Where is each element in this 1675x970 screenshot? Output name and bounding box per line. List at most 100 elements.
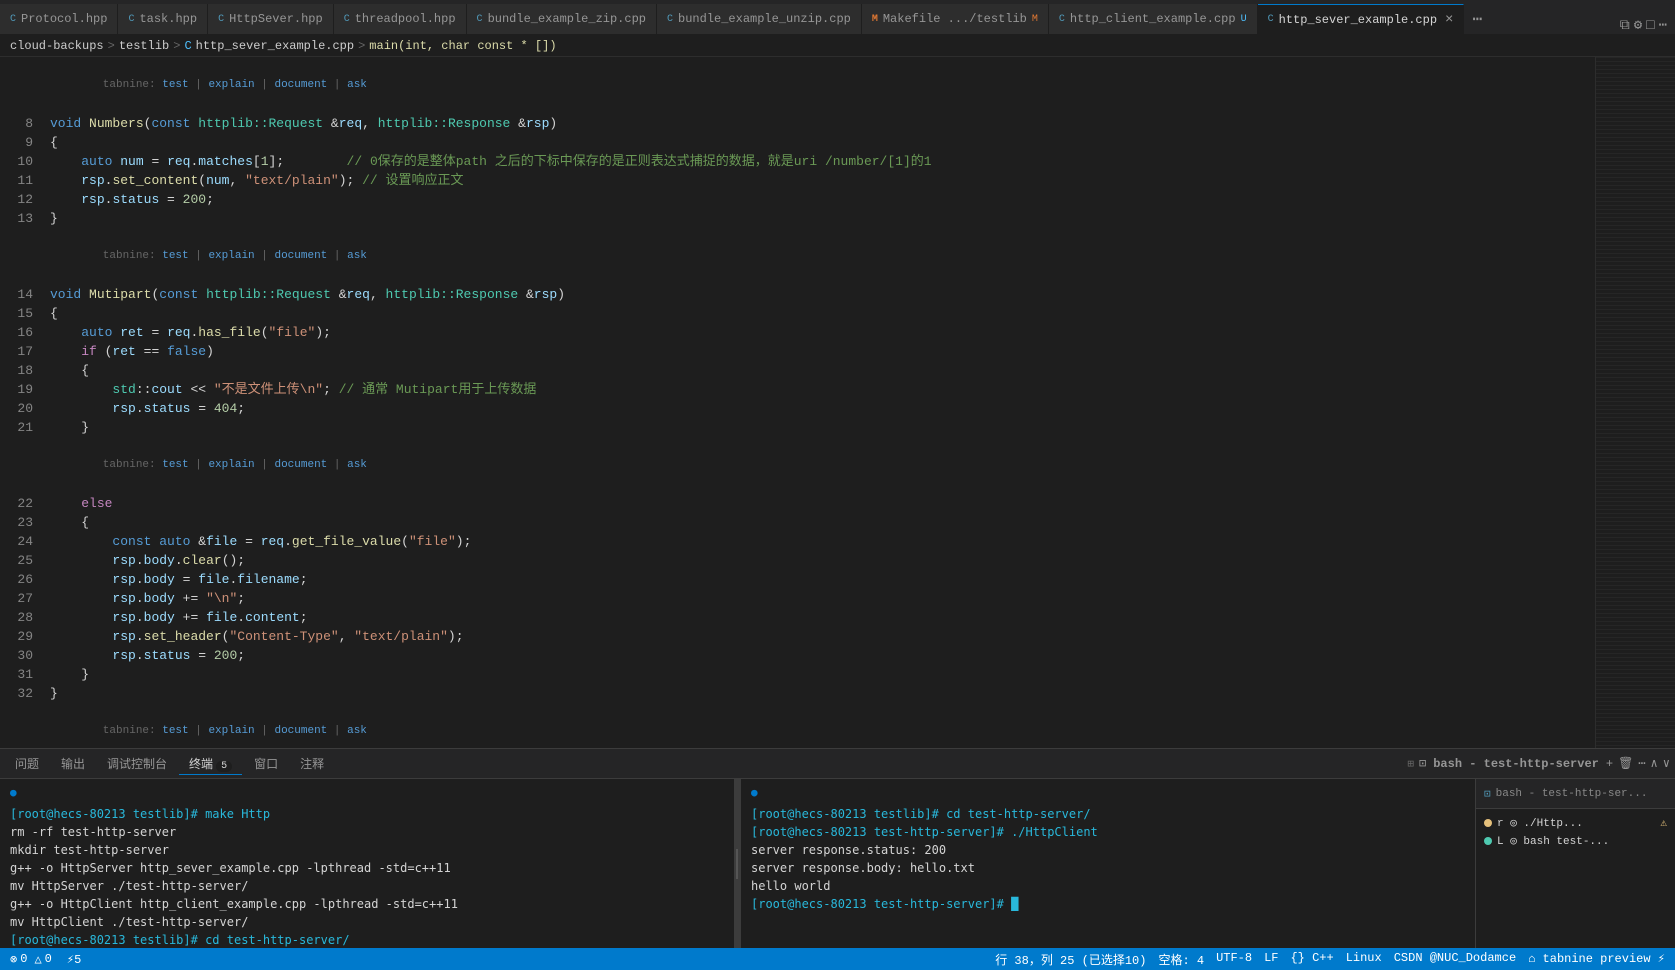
terminal-trash-icon[interactable]: 🗑 — [1618, 756, 1633, 771]
tab-close-http-server[interactable]: × — [1445, 12, 1453, 28]
status-errors[interactable]: ⊗ 0 △ 0 — [10, 952, 52, 967]
code-content: auto ret = req.has_file("file"); — [45, 323, 1595, 342]
code-content: { — [45, 361, 1595, 380]
line-number: 26 — [0, 570, 45, 589]
tabnine-hint-row: tabnine: test | explain | document | ask — [0, 228, 1595, 285]
tabnine-hint-text[interactable]: tabnine: test | explain | document | ask — [45, 703, 1595, 748]
tab-bundle-zip[interactable]: C bundle_example_zip.cpp — [467, 4, 657, 34]
term-tab-output[interactable]: 输出 — [51, 753, 95, 775]
status-line-ending: LF — [1264, 951, 1278, 968]
more-actions-icon[interactable]: ⋯ — [1659, 17, 1667, 34]
tab-label-makefile: Makefile .../testlib — [883, 12, 1027, 26]
tab-bundle-unzip[interactable]: C bundle_example_unzip.cpp — [657, 4, 862, 34]
tab-icon-protocol: C — [10, 14, 16, 25]
terminal-right-line: server response.body: hello.txt — [751, 859, 1465, 877]
code-line-row: 20 rsp.status = 404; — [0, 399, 1595, 418]
tab-task[interactable]: C task.hpp — [118, 4, 208, 34]
term-tab-terminal[interactable]: 终端5 — [179, 753, 242, 775]
tab-label-bundle-zip: bundle_example_zip.cpp — [488, 12, 646, 26]
terminal-up-icon[interactable]: ∧ — [1651, 756, 1658, 771]
tab-overflow-menu[interactable]: ⋯ — [1464, 4, 1490, 34]
status-lightning: ⚡5 — [67, 952, 81, 967]
code-line-row: 26 rsp.body = file.filename; — [0, 570, 1595, 589]
right-panel-title: bash - test-http-ser... — [1496, 788, 1648, 800]
status-tabnine[interactable]: ⌂ tabnine preview ⚡ — [1528, 951, 1665, 968]
minimap-content — [1596, 57, 1675, 748]
line-number: 10 — [0, 152, 45, 171]
line-number: 25 — [0, 551, 45, 570]
code-line-row: 24 const auto &file = req.get_file_value… — [0, 532, 1595, 551]
tab-icon-http-client: C — [1059, 14, 1065, 25]
left-terminal-indicator: ● — [10, 784, 724, 802]
tab-makefile[interactable]: M Makefile .../testlib M — [862, 4, 1049, 34]
line-number: 23 — [0, 513, 45, 532]
hint-line-num — [0, 437, 45, 494]
line-number: 20 — [0, 399, 45, 418]
line-number: 14 — [0, 285, 45, 304]
code-content: void Mutipart(const httplib::Request &re… — [45, 285, 1595, 304]
code-line-row: 13 } — [0, 209, 1595, 228]
status-bar: ⊗ 0 △ 0 ⚡5 行 38，列 25 (已选择10) 空格: 4 UTF-8… — [0, 948, 1675, 970]
term-tab-window[interactable]: 窗口 — [244, 753, 288, 775]
terminal-left-line: g++ -o HttpServer http_sever_example.cpp… — [10, 859, 724, 877]
rt-item-1[interactable]: r ◎ ./Http... ⚠ — [1484, 814, 1667, 832]
status-language[interactable]: {} C++ — [1290, 951, 1333, 968]
code-line-row: 31 } — [0, 665, 1595, 684]
code-content: } — [45, 665, 1595, 684]
tab-unsaved-http-client: U — [1241, 14, 1247, 25]
tabnine-hint-row: tabnine: test | explain | document | ask — [0, 437, 1595, 494]
code-scroll[interactable]: tabnine: test | explain | document | ask… — [0, 57, 1595, 748]
code-line-row: 10 auto num = req.matches[1]; // 0保存的是整体… — [0, 152, 1595, 171]
code-line-row: 16 auto ret = req.has_file("file"); — [0, 323, 1595, 342]
status-error-icon: ⊗ — [10, 952, 17, 967]
terminal-layout-icon[interactable]: ⊡ — [1419, 756, 1426, 771]
code-line-row: 19 std::cout << "不是文件上传\n"; // 通常 Mutipa… — [0, 380, 1595, 399]
term-tab-comment[interactable]: 注释 — [290, 753, 334, 775]
code-line-row: 21 } — [0, 418, 1595, 437]
tab-httpsever[interactable]: C HttpSever.hpp — [208, 4, 334, 34]
code-content: rsp.body += file.content; — [45, 608, 1595, 627]
rt-item-2[interactable]: L ◎ bash test-... — [1484, 832, 1667, 850]
tab-label-protocol: Protocol.hpp — [21, 12, 107, 26]
right-terminal-indicator: ● — [751, 784, 1465, 802]
breadcrumb-file-icon: C — [184, 39, 191, 53]
tab-http-server[interactable]: C http_sever_example.cpp × — [1258, 4, 1465, 34]
terminal-split-label: ⊞ — [1407, 757, 1414, 771]
maximize-icon[interactable]: □ — [1646, 18, 1654, 34]
line-number: 17 — [0, 342, 45, 361]
terminal-more-icon[interactable]: ⋯ — [1638, 756, 1645, 771]
settings-icon[interactable]: ⚙ — [1634, 17, 1642, 34]
terminal-tab-bar: 问题 输出 调试控制台 终端5 窗口 注释 ⊞ ⊡ bash - test-ht… — [0, 749, 1675, 779]
terminal-add-icon[interactable]: + — [1606, 757, 1613, 771]
line-number: 28 — [0, 608, 45, 627]
breadcrumb-cloud[interactable]: cloud-backups — [10, 39, 104, 53]
breadcrumb-file[interactable]: http_sever_example.cpp — [196, 39, 354, 53]
tabnine-hint-text[interactable]: tabnine: test | explain | document | ask — [45, 437, 1595, 494]
tab-protocol[interactable]: C Protocol.hpp — [0, 4, 118, 34]
code-content: } — [45, 684, 1595, 703]
tab-icon-bundle-zip: C — [477, 14, 483, 25]
code-content: void Numbers(const httplib::Request &req… — [45, 114, 1595, 133]
breadcrumb-testlib[interactable]: testlib — [119, 39, 169, 53]
line-number: 27 — [0, 589, 45, 608]
term-tab-debug[interactable]: 调试控制台 — [97, 753, 177, 775]
line-number: 13 — [0, 209, 45, 228]
term-tab-problems[interactable]: 问题 — [5, 753, 49, 775]
terminal-controls: ⊞ ⊡ bash - test-http-server + 🗑 ⋯ ∧ ∨ — [1407, 756, 1670, 771]
code-line-row: 14 void Mutipart(const httplib::Request … — [0, 285, 1595, 304]
terminal-down-icon[interactable]: ∨ — [1663, 756, 1670, 771]
tab-label-bundle-unzip: bundle_example_unzip.cpp — [678, 12, 851, 26]
right-terminal-header: ⊡ bash - test-http-ser... — [1476, 779, 1675, 809]
terminal-right-pane[interactable]: ● [root@hecs-80213 testlib]# cd test-htt… — [740, 779, 1475, 948]
code-content: { — [45, 304, 1595, 323]
tabnine-hint-text[interactable]: tabnine: test | explain | document | ask — [45, 57, 1595, 114]
terminal-left-pane[interactable]: ● [root@hecs-80213 testlib]# make Httprm… — [0, 779, 734, 948]
split-editor-icon[interactable]: ⧉ — [1620, 18, 1630, 34]
tab-icon-http-server: C — [1268, 14, 1274, 25]
code-line-row: 8 void Numbers(const httplib::Request &r… — [0, 114, 1595, 133]
tab-threadpool[interactable]: C threadpool.hpp — [334, 4, 467, 34]
breadcrumb-symbol[interactable]: main(int, char const * []) — [369, 39, 556, 53]
tab-bar: C Protocol.hpp C task.hpp C HttpSever.hp… — [0, 0, 1675, 35]
tabnine-hint-text[interactable]: tabnine: test | explain | document | ask — [45, 228, 1595, 285]
tab-http-client[interactable]: C http_client_example.cpp U — [1049, 4, 1258, 34]
